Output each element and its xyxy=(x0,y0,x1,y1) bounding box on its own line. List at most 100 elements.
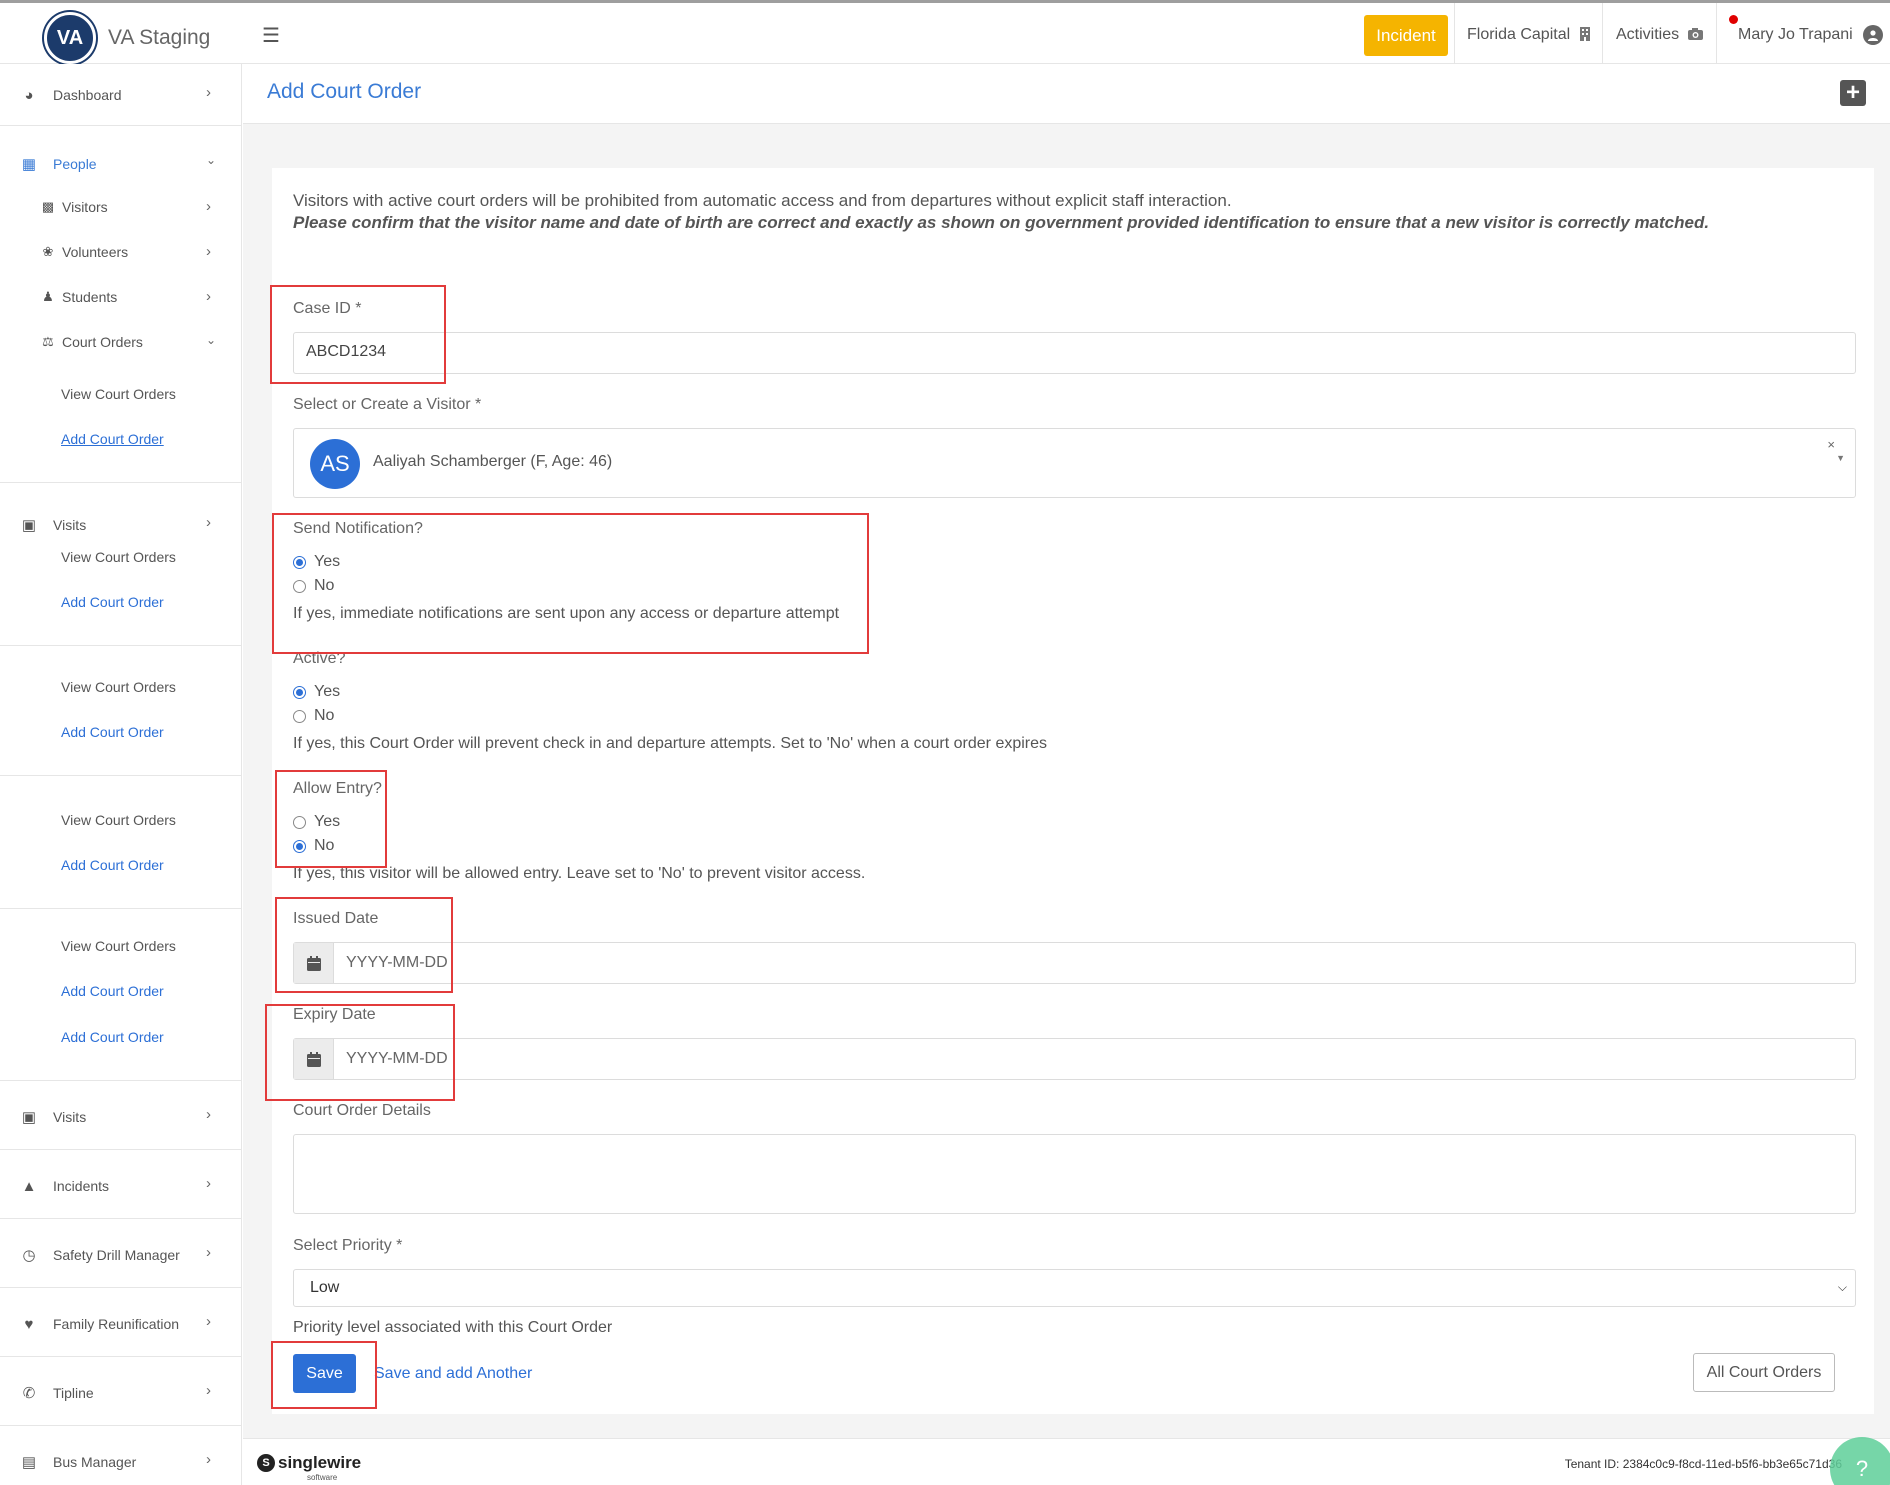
id-card-icon: ▩ xyxy=(41,199,55,214)
sidebar-link-view-court-orders[interactable]: View Court Orders xyxy=(61,938,176,954)
all-court-orders-button[interactable]: All Court Orders xyxy=(1693,1353,1835,1392)
issued-date-field[interactable] xyxy=(293,942,1856,984)
phone-icon: ✆ xyxy=(22,1385,36,1402)
details-label: Court Order Details xyxy=(293,1102,431,1119)
option-label: Yes xyxy=(314,813,341,830)
sidebar-item-label: Volunteers xyxy=(62,244,129,260)
sidebar-item-volunteers[interactable]: ❀ Volunteers xyxy=(40,243,129,261)
sidebar-item-people[interactable]: ▦ People xyxy=(19,154,97,174)
intro-warning: Please confirm that the visitor name and… xyxy=(293,213,1710,232)
location-selector[interactable]: Florida Capital xyxy=(1467,3,1591,67)
sidebar-item-label: Court Orders xyxy=(62,334,143,350)
sidebar-link-add-court-order[interactable]: Add Court Order xyxy=(61,431,164,447)
clock-icon: ◷ xyxy=(22,1247,36,1264)
caret-down-icon[interactable]: ▼ xyxy=(1836,453,1845,463)
notification-dot xyxy=(1729,15,1738,24)
sidebar-link-view-court-orders[interactable]: View Court Orders xyxy=(61,549,176,565)
page-title: Add Court Order xyxy=(267,80,422,103)
singlewire-mark-icon: S xyxy=(257,1454,275,1472)
priority-help: Priority level associated with this Cour… xyxy=(293,1319,613,1336)
radio-selected[interactable] xyxy=(293,555,306,569)
sidebar: ◕ Dashboard › ▦ People ⌄ ▩ Visitors › ❀ … xyxy=(0,64,242,1485)
add-icon[interactable]: + xyxy=(1840,80,1866,106)
allow-entry-no[interactable]: No xyxy=(293,837,334,855)
sidebar-link-view-court-orders[interactable]: View Court Orders xyxy=(61,812,176,828)
main-content: Add Court Order + Visitors with active c… xyxy=(243,64,1890,1485)
sidebar-link-add-court-order[interactable]: Add Court Order xyxy=(61,1029,164,1045)
sidebar-link-add-court-order[interactable]: Add Court Order xyxy=(61,857,164,873)
calendar-icon[interactable] xyxy=(294,943,334,983)
chevron-right-icon: › xyxy=(206,84,211,101)
sidebar-item-dashboard[interactable]: ◕ Dashboard xyxy=(19,85,121,105)
divider xyxy=(1454,3,1455,67)
footer-brand-sub: software xyxy=(307,1473,338,1482)
radio-unselected[interactable] xyxy=(293,709,306,723)
priority-value: Low xyxy=(310,1279,340,1296)
case-id-input[interactable]: ABCD1234 xyxy=(293,332,1856,374)
allow-entry-label: Allow Entry? xyxy=(293,780,382,797)
dashboard-icon: ◕ xyxy=(24,86,34,104)
user-avatar-icon xyxy=(1862,25,1883,45)
expiry-date-field[interactable] xyxy=(293,1038,1856,1080)
active-no[interactable]: No xyxy=(293,707,334,725)
radio-selected[interactable] xyxy=(293,839,306,853)
user-menu[interactable]: Mary Jo Trapani xyxy=(1738,3,1883,67)
sidebar-item-bus-manager[interactable]: ▤ Bus Manager xyxy=(19,1452,136,1472)
priority-select[interactable]: Low ⌵ xyxy=(293,1269,1856,1307)
sidebar-item-label: Visits xyxy=(53,1109,87,1125)
chevron-right-icon: › xyxy=(206,1451,211,1468)
sidebar-link-view-court-orders[interactable]: View Court Orders xyxy=(61,386,176,402)
issued-date-input[interactable] xyxy=(346,954,746,972)
menu-toggle-icon[interactable]: ☰ xyxy=(262,23,280,48)
radio-unselected[interactable] xyxy=(293,579,306,593)
sidebar-item-label: Bus Manager xyxy=(53,1454,137,1470)
sidebar-item-family-reunification[interactable]: ♥ Family Reunification xyxy=(19,1314,180,1334)
clear-icon[interactable]: × xyxy=(1827,437,1835,452)
save-and-add-another-link[interactable]: Save and add Another xyxy=(374,1365,532,1383)
calendar-icon[interactable] xyxy=(294,1039,334,1079)
sidebar-item-visitors[interactable]: ▩ Visitors xyxy=(40,198,108,216)
calendar-icon: ▣ xyxy=(21,1109,37,1126)
active-yes[interactable]: Yes xyxy=(293,683,340,701)
chevron-right-icon: › xyxy=(206,243,211,260)
expiry-date-label: Expiry Date xyxy=(293,1006,376,1023)
visitor-select[interactable]: AS Aaliyah Schamberger (F, Age: 46) × ▼ xyxy=(293,428,1856,498)
sidebar-item-tipline[interactable]: ✆ Tipline xyxy=(19,1383,94,1403)
chevron-right-icon: › xyxy=(206,1175,211,1192)
save-button[interactable]: Save xyxy=(293,1354,356,1393)
sidebar-item-students[interactable]: ♟ Students xyxy=(40,288,117,306)
camera-icon xyxy=(1688,27,1704,43)
issued-date-label: Issued Date xyxy=(293,910,379,927)
handshake-icon: ❀ xyxy=(42,244,54,259)
sidebar-item-incidents[interactable]: ▲ Incidents xyxy=(19,1176,109,1196)
brand[interactable]: VA VA Staging xyxy=(44,12,210,64)
sidebar-link-add-court-order[interactable]: Add Court Order xyxy=(61,594,164,610)
location-label: Florida Capital xyxy=(1467,26,1571,43)
sidebar-item-label: Safety Drill Manager xyxy=(53,1247,180,1263)
hand-heart-icon: ♥ xyxy=(24,1315,34,1333)
send-notification-no[interactable]: No xyxy=(293,577,334,595)
sidebar-item-label: Family Reunification xyxy=(53,1316,180,1332)
divider xyxy=(0,908,242,909)
divider xyxy=(0,482,242,483)
radio-selected[interactable] xyxy=(293,685,306,699)
sidebar-item-visits[interactable]: ▣ Visits xyxy=(19,515,86,535)
allow-entry-yes[interactable]: Yes xyxy=(293,813,340,831)
sidebar-link-add-court-order[interactable]: Add Court Order xyxy=(61,983,164,999)
sidebar-item-safety-drill-manager[interactable]: ◷ Safety Drill Manager xyxy=(19,1245,180,1265)
radio-unselected[interactable] xyxy=(293,815,306,829)
divider xyxy=(0,125,242,126)
sidebar-item-visits[interactable]: ▣ Visits xyxy=(19,1107,86,1127)
incident-button[interactable]: Incident xyxy=(1364,15,1448,56)
sidebar-link-view-court-orders[interactable]: View Court Orders xyxy=(61,679,176,695)
details-textarea[interactable] xyxy=(293,1134,1856,1214)
activities-menu[interactable]: Activities xyxy=(1616,3,1704,67)
sidebar-link-add-court-order[interactable]: Add Court Order xyxy=(61,724,164,740)
allow-entry-help: If yes, this visitor will be allowed ent… xyxy=(293,865,866,882)
sidebar-item-label: People xyxy=(53,156,97,172)
send-notification-yes[interactable]: Yes xyxy=(293,553,340,571)
chevron-right-icon: › xyxy=(206,1106,211,1123)
sidebar-item-court-orders[interactable]: ⚖ Court Orders xyxy=(40,333,143,351)
expiry-date-input[interactable] xyxy=(346,1050,746,1068)
visitor-avatar: AS xyxy=(310,439,360,489)
